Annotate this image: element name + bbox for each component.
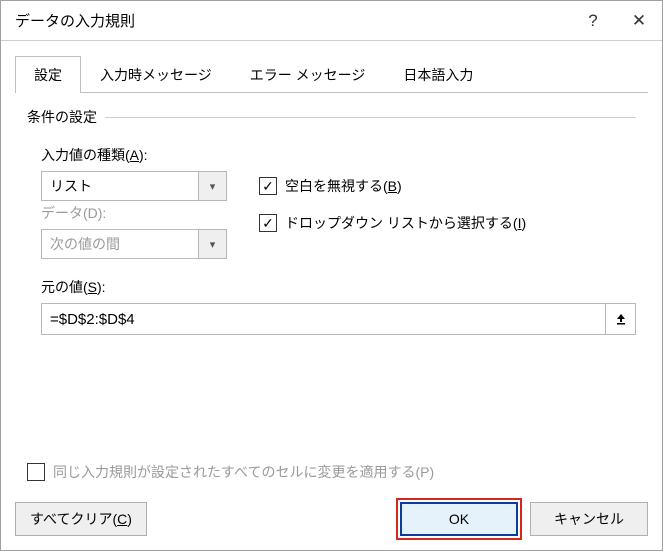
criteria-group: 条件の設定 入力値の種類(A): リスト ▾ ✓ 空白を無視する(B) ✓ — [27, 107, 636, 454]
dialog-body: 条件の設定 入力値の種類(A): リスト ▾ ✓ 空白を無視する(B) ✓ — [1, 93, 662, 492]
apply-all-label: 同じ入力規則が設定されたすべてのセルに変更を適用する(P) — [53, 462, 434, 482]
allow-label: 入力値の種類(A): — [41, 145, 636, 165]
tab-input-message[interactable]: 入力時メッセージ — [81, 56, 231, 93]
dialog-title: データの入力規則 — [15, 10, 570, 31]
tab-ime[interactable]: 日本語入力 — [384, 56, 492, 93]
close-icon: ✕ — [632, 11, 646, 31]
dialog-window: データの入力規則 ? ✕ 設定 入力時メッセージ エラー メッセージ 日本語入力… — [0, 0, 663, 551]
ok-button-label: OK — [449, 511, 469, 527]
in-cell-dropdown-checkbox[interactable]: ✓ ドロップダウン リストから選択する(I) — [259, 213, 526, 233]
range-select-button[interactable] — [606, 303, 636, 335]
source-label-suffix: ): — [97, 279, 106, 295]
source-label: 元の値(S): — [41, 277, 636, 297]
ignore-blank-label: 空白を無視する(B) — [285, 176, 402, 196]
allow-label-suffix: ): — [139, 147, 148, 163]
checkbox-empty-icon: ✓ — [27, 463, 45, 481]
ok-button[interactable]: OK — [400, 502, 518, 536]
allow-combo-value: リスト — [42, 172, 198, 200]
check-icon: ✓ — [259, 214, 277, 232]
data-combo-value: 次の値の間 — [42, 230, 198, 258]
check-icon: ✓ — [259, 177, 277, 195]
group-divider — [105, 117, 636, 118]
clear-all-button[interactable]: すべてクリア(C) — [15, 502, 147, 536]
allow-combo[interactable]: リスト ▾ — [41, 171, 227, 201]
chevron-down-icon: ▾ — [210, 238, 216, 251]
dialog-footer: すべてクリア(C) OK キャンセル — [1, 492, 662, 550]
source-input-value: =$D$2:$D$4 — [50, 311, 135, 328]
help-icon: ? — [588, 11, 597, 31]
allow-combo-button[interactable]: ▾ — [198, 172, 226, 200]
criteria-group-label: 条件の設定 — [27, 109, 97, 125]
source-input[interactable]: =$D$2:$D$4 — [41, 303, 606, 335]
tab-settings-label: 設定 — [34, 67, 62, 83]
data-combo-button: ▾ — [198, 230, 226, 258]
ignore-blank-checkbox[interactable]: ✓ 空白を無視する(B) — [259, 176, 402, 196]
help-button[interactable]: ? — [570, 1, 616, 41]
tab-error-message-label: エラー メッセージ — [250, 67, 366, 83]
source-label-prefix: 元の値( — [41, 279, 88, 295]
tab-ime-label: 日本語入力 — [403, 67, 473, 83]
apply-all-checkbox: ✓ 同じ入力規則が設定されたすべてのセルに変更を適用する(P) — [27, 462, 636, 482]
cancel-button-label: キャンセル — [554, 509, 624, 529]
allow-label-key: A — [130, 147, 139, 163]
tab-input-message-label: 入力時メッセージ — [100, 67, 212, 83]
tablist: 設定 入力時メッセージ エラー メッセージ 日本語入力 — [15, 55, 648, 93]
allow-label-prefix: 入力値の種類( — [41, 147, 130, 163]
tab-error-message[interactable]: エラー メッセージ — [231, 56, 385, 93]
cancel-button[interactable]: キャンセル — [530, 502, 648, 536]
data-combo: 次の値の間 ▾ — [41, 229, 227, 259]
source-label-key: S — [88, 279, 97, 295]
close-button[interactable]: ✕ — [616, 1, 662, 41]
in-cell-dropdown-label: ドロップダウン リストから選択する(I) — [285, 213, 526, 233]
range-select-icon — [613, 311, 629, 327]
titlebar: データの入力規則 ? ✕ — [1, 1, 662, 41]
chevron-down-icon: ▾ — [210, 180, 216, 193]
tab-settings[interactable]: 設定 — [15, 56, 81, 93]
